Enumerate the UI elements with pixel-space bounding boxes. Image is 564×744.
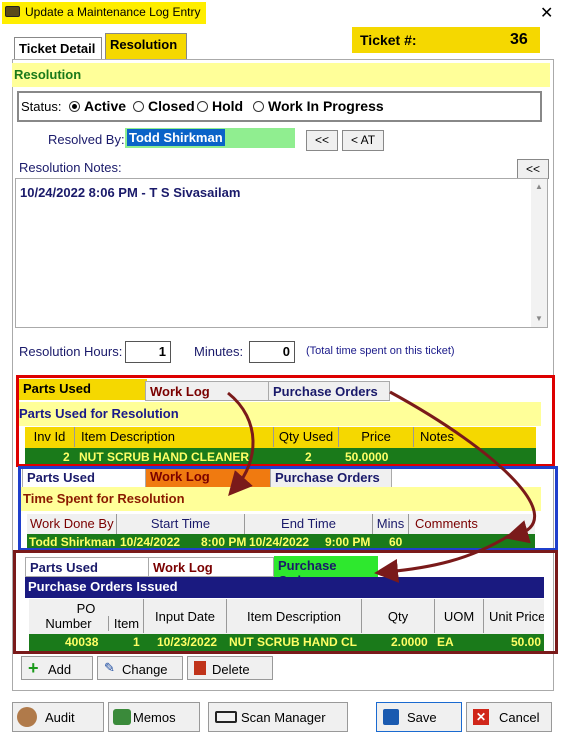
plus-icon: +	[28, 658, 39, 678]
arrow-to-po	[374, 533, 511, 583]
memo-icon	[113, 709, 131, 725]
auditor-icon	[17, 707, 37, 727]
delete-label: Delete	[212, 662, 250, 677]
trash-icon	[194, 661, 206, 675]
save-label: Save	[407, 710, 437, 725]
memos-label: Memos	[133, 710, 176, 725]
cancel-label: Cancel	[499, 710, 540, 725]
add-label: Add	[48, 662, 72, 677]
add-button[interactable]: + Add	[21, 656, 93, 680]
arrows-overlay	[227, 390, 537, 583]
change-button[interactable]: ✎ Change	[97, 656, 183, 680]
memos-button[interactable]: Memos	[108, 702, 200, 732]
scan-manager-label: Scan Manager	[241, 710, 326, 725]
scan-manager-button[interactable]: Scan Manager	[208, 702, 348, 732]
delete-button[interactable]: Delete	[187, 656, 273, 680]
audit-label: Audit	[45, 710, 75, 725]
pencil-icon: ✎	[104, 660, 115, 675]
cancel-button[interactable]: ✕ Cancel	[466, 702, 552, 732]
cancel-icon: ✕	[473, 709, 489, 725]
floppy-icon	[383, 709, 399, 725]
scanner-icon	[215, 711, 237, 723]
change-label: Change	[122, 662, 168, 677]
save-button[interactable]: Save	[376, 702, 462, 732]
arrow-po-to-worklog	[389, 390, 537, 544]
audit-button[interactable]: Audit	[12, 702, 104, 732]
arrow-parts-to-worklog	[227, 391, 255, 497]
